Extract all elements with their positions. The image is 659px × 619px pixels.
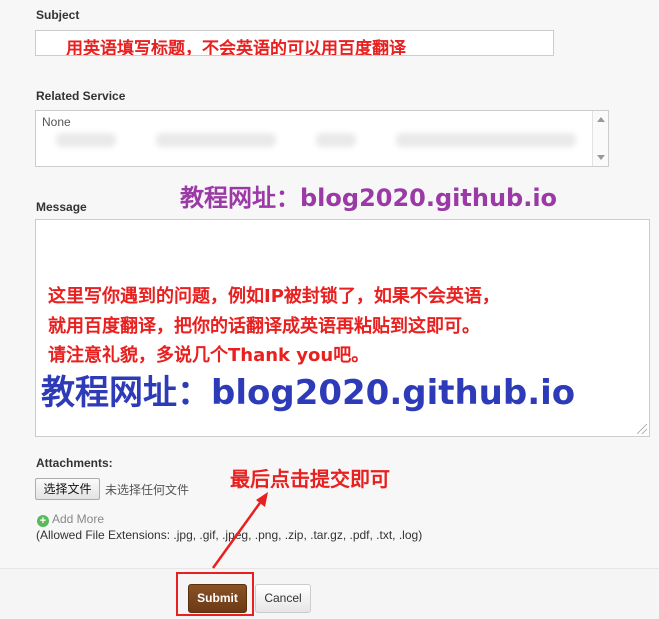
redacted-option [396,133,576,147]
file-status: 未选择任何文件 [105,483,190,497]
related-service-label: Related Service [36,89,126,103]
form-footer [0,568,659,619]
attachments-label: Attachments: [36,456,113,470]
plus-icon: + [37,515,49,527]
message-textarea[interactable]: 这里写你遇到的问题，例如IP被封锁了，如果不会英语， 就用百度翻译，把你的话翻译… [35,219,650,437]
resize-grip-icon[interactable] [637,424,647,434]
add-more-label: Add More [52,512,105,526]
tutorial-url-overlay: 教程网址：blog2020.github.io [180,184,558,212]
message-label: Message [36,200,87,214]
tutorial-url-large: 教程网址：blog2020.github.io [41,373,576,413]
ticket-form: Subject 用英语填写标题，不会英语的可以用百度翻译 Related Ser… [0,0,659,619]
message-line: 请注意礼貌，多说几个Thank you吧。 [48,345,370,366]
submit-button[interactable]: Submit [188,584,247,613]
related-service-select[interactable]: None [35,110,609,167]
service-option-none[interactable]: None [42,115,71,129]
scroll-up-icon[interactable] [597,117,605,122]
redacted-option [56,133,116,147]
allowed-extensions: (Allowed File Extensions: .jpg, .gif, .j… [36,528,423,542]
message-line: 这里写你遇到的问题，例如IP被封锁了，如果不会英语， [48,286,500,307]
redacted-option [156,133,276,147]
cancel-button[interactable]: Cancel [255,584,311,613]
select-scrollbar[interactable] [592,111,608,166]
subject-input[interactable]: 用英语填写标题，不会英语的可以用百度翻译 [35,30,554,56]
message-line: 就用百度翻译，把你的话翻译成英语再粘贴到这即可。 [48,316,480,337]
subject-label: Subject [36,8,80,22]
submit-annotation: 最后点击提交即可 [230,467,390,491]
redacted-option [316,133,356,147]
scroll-down-icon[interactable] [597,155,605,160]
add-more-link[interactable]: + Add More [37,512,104,527]
choose-file-button[interactable]: 选择文件 [35,478,100,500]
